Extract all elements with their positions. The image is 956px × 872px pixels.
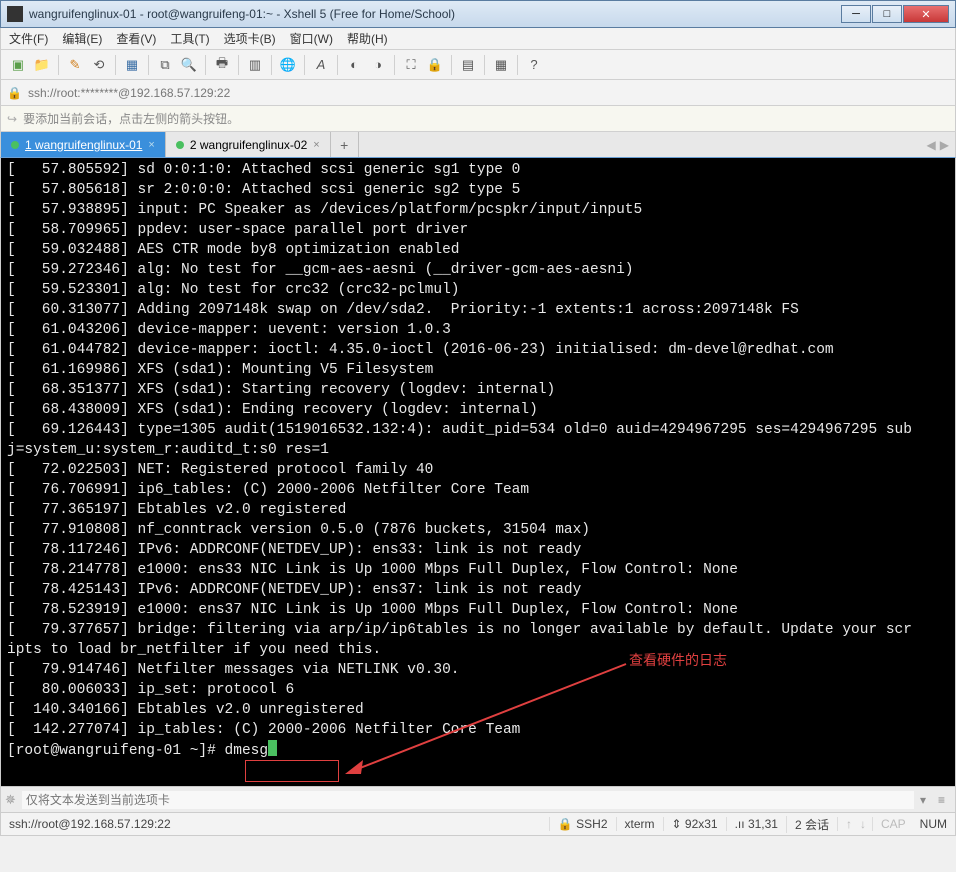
maximize-button[interactable]: □ bbox=[872, 5, 902, 23]
fullscreen-icon[interactable]: ⛶ bbox=[400, 54, 422, 76]
globe-icon[interactable]: 🌐 bbox=[277, 54, 299, 76]
annotation-arrow-icon bbox=[341, 660, 641, 780]
tip-bar: ↪ 要添加当前会话，点击左侧的箭头按钮。 bbox=[0, 106, 956, 132]
menu-help[interactable]: 帮助(H) bbox=[347, 30, 388, 47]
menu-view[interactable]: 查看(V) bbox=[116, 30, 156, 47]
address-bar: 🔒 ssh://root:********@192.168.57.129:22 bbox=[0, 80, 956, 106]
status-down-icon[interactable]: ↓ bbox=[860, 817, 872, 831]
split-icon[interactable]: ▤ bbox=[457, 54, 479, 76]
tab-close-1[interactable]: × bbox=[148, 139, 154, 151]
send-bar: ✵ ▾ ≡ bbox=[0, 786, 956, 812]
help-icon[interactable]: ? bbox=[523, 54, 545, 76]
status-dot-icon bbox=[176, 141, 184, 149]
color2-icon[interactable]: ◑ bbox=[367, 54, 389, 76]
connect-icon[interactable]: ✎ bbox=[64, 54, 86, 76]
menubar: 文件(F) 编辑(E) 查看(V) 工具(T) 选项卡(B) 窗口(W) 帮助(… bbox=[0, 28, 956, 50]
menu-file[interactable]: 文件(F) bbox=[9, 30, 48, 47]
properties-icon[interactable]: ▦ bbox=[121, 54, 143, 76]
status-caps: CAP bbox=[872, 817, 914, 831]
color1-icon[interactable]: ◐ bbox=[343, 54, 365, 76]
address-text[interactable]: ssh://root:********@192.168.57.129:22 bbox=[28, 86, 230, 100]
status-up-icon[interactable]: ↑ bbox=[837, 817, 860, 831]
terminal-output[interactable]: [ 57.805592] sd 0:0:1:0: Attached scsi g… bbox=[0, 158, 956, 786]
tip-arrow-icon[interactable]: ↪ bbox=[7, 112, 17, 126]
app-icon bbox=[7, 6, 23, 22]
tab-add-button[interactable]: + bbox=[331, 132, 359, 157]
tab-session-2[interactable]: 2 wangruifenglinux-02 × bbox=[166, 132, 331, 157]
tab-session-1[interactable]: 1 wangruifenglinux-01 × bbox=[1, 132, 166, 157]
tab-nav: ◀ ▶ bbox=[921, 132, 955, 157]
status-size: ⇕ 92x31 bbox=[663, 817, 726, 831]
paste-icon[interactable]: 🔍 bbox=[178, 54, 200, 76]
new-session-icon[interactable]: ▣ bbox=[7, 54, 29, 76]
terminal-cursor bbox=[268, 740, 277, 756]
window-controls: ─ □ ✕ bbox=[840, 5, 949, 23]
status-ssh: 🔒 SSH2 bbox=[549, 817, 616, 831]
minimize-button[interactable]: ─ bbox=[841, 5, 871, 23]
tab-prev-icon[interactable]: ◀ bbox=[927, 138, 936, 152]
terminal-command: dmesg bbox=[225, 743, 269, 759]
send-icon[interactable]: ✵ bbox=[5, 792, 16, 808]
screen-icon[interactable]: ▥ bbox=[244, 54, 266, 76]
menu-edit[interactable]: 编辑(E) bbox=[62, 30, 102, 47]
status-address: ssh://root@192.168.57.129:22 bbox=[9, 817, 171, 831]
copy-icon[interactable]: ⧉ bbox=[154, 54, 176, 76]
status-num: NUM bbox=[914, 817, 947, 831]
status-pos: .ıı 31,31 bbox=[726, 817, 786, 831]
annotation-label: 查看硬件的日志 bbox=[629, 652, 727, 672]
tab-bar: 1 wangruifenglinux-01 × 2 wangruifenglin… bbox=[0, 132, 956, 158]
menu-tabs[interactable]: 选项卡(B) bbox=[224, 30, 276, 47]
send-dropdown-icon[interactable]: ▾ bbox=[914, 793, 932, 807]
layout-icon[interactable]: ▦ bbox=[490, 54, 512, 76]
window-title: wangruifenglinux-01 - root@wangruifeng-0… bbox=[29, 7, 840, 21]
tab-next-icon[interactable]: ▶ bbox=[940, 138, 949, 152]
status-term: xterm bbox=[616, 817, 663, 831]
open-icon[interactable]: 📁 bbox=[31, 54, 53, 76]
font-icon[interactable]: A bbox=[310, 54, 332, 76]
tab-label-2: 2 wangruifenglinux-02 bbox=[190, 138, 307, 152]
disconnect-icon[interactable]: ⟲ bbox=[88, 54, 110, 76]
lock-icon[interactable]: 🔒 bbox=[424, 54, 446, 76]
lock-glyph-icon: 🔒 bbox=[7, 86, 22, 100]
print-icon[interactable]: 🖶 bbox=[211, 54, 233, 76]
titlebar: wangruifenglinux-01 - root@wangruifeng-0… bbox=[0, 0, 956, 28]
tab-close-2[interactable]: × bbox=[313, 139, 319, 151]
annotation-box bbox=[245, 760, 339, 782]
menu-tools[interactable]: 工具(T) bbox=[170, 30, 209, 47]
send-menu-icon[interactable]: ≡ bbox=[932, 793, 951, 807]
tab-label-1: 1 wangruifenglinux-01 bbox=[25, 138, 142, 152]
close-button[interactable]: ✕ bbox=[903, 5, 949, 23]
menu-window[interactable]: 窗口(W) bbox=[290, 30, 333, 47]
status-bar: ssh://root@192.168.57.129:22 🔒 SSH2 xter… bbox=[0, 812, 956, 836]
status-dot-icon bbox=[11, 141, 19, 149]
status-sessions: 2 会话 bbox=[786, 816, 837, 833]
tip-text: 要添加当前会话，点击左侧的箭头按钮。 bbox=[23, 110, 239, 127]
toolbar: ▣ 📁 ✎ ⟲ ▦ ⧉ 🔍 🖶 ▥ 🌐 A ◐ ◑ ⛶ 🔒 ▤ ▦ ? bbox=[0, 50, 956, 80]
send-input[interactable] bbox=[22, 791, 914, 809]
